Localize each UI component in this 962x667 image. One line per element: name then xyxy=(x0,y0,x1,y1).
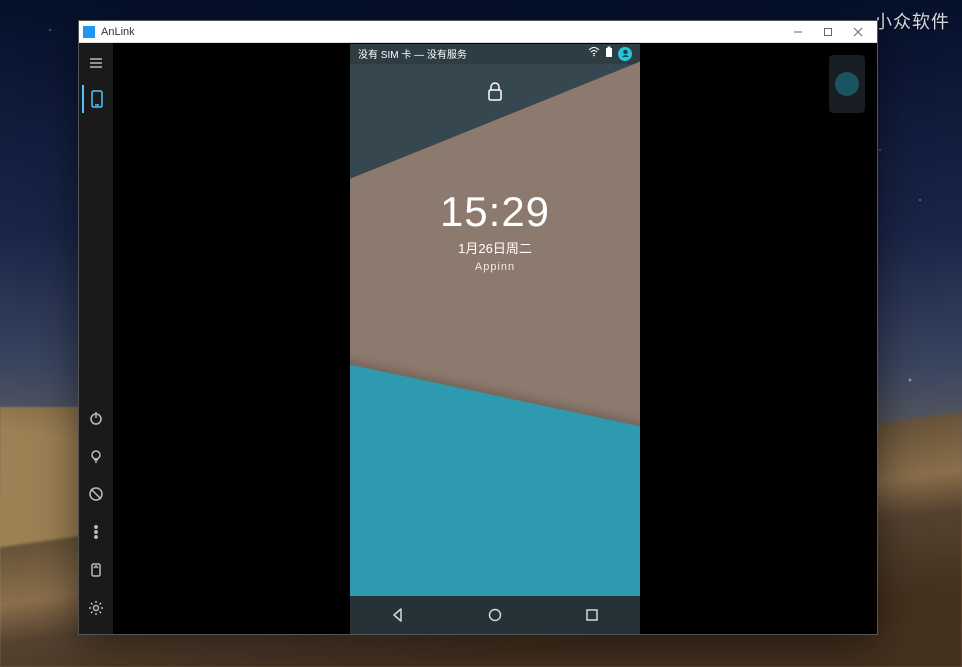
window-controls xyxy=(783,22,873,42)
user-icon[interactable] xyxy=(618,47,632,61)
nav-back-button[interactable] xyxy=(378,607,418,623)
app-icon xyxy=(83,26,95,38)
phone-nav-bar xyxy=(350,596,640,634)
maximize-button[interactable] xyxy=(813,22,843,42)
sim-status-text: 没有 SIM 卡 — 没有服务 xyxy=(358,46,588,61)
clock-owner: Appinn xyxy=(350,261,640,273)
power-button[interactable] xyxy=(82,404,110,432)
titlebar[interactable]: AnLink xyxy=(79,21,877,43)
main-area: 没有 SIM 卡 — 没有服务 xyxy=(113,43,877,634)
menu-button[interactable] xyxy=(82,49,110,77)
app-window: AnLink xyxy=(78,20,878,635)
close-button[interactable] xyxy=(843,22,873,42)
thumbnail-icon xyxy=(835,72,859,96)
app-body: 没有 SIM 卡 — 没有服务 xyxy=(79,43,877,634)
phone-statusbar[interactable]: 没有 SIM 卡 — 没有服务 xyxy=(350,44,640,64)
clock-date: 1月26日周二 xyxy=(350,238,640,257)
nav-recent-button[interactable] xyxy=(572,607,612,623)
rotate-button[interactable] xyxy=(82,480,110,508)
battery-icon xyxy=(605,46,613,61)
settings-button[interactable] xyxy=(82,594,110,622)
window-title: AnLink xyxy=(101,26,783,38)
volume-button[interactable] xyxy=(82,556,110,584)
bulb-button[interactable] xyxy=(82,442,110,470)
phone-screen[interactable]: 没有 SIM 卡 — 没有服务 xyxy=(350,44,640,634)
watermark-text: 小众软件 xyxy=(874,8,950,34)
more-button[interactable] xyxy=(82,518,110,546)
minimize-button[interactable] xyxy=(783,22,813,42)
device-thumbnail[interactable] xyxy=(829,55,865,113)
sidebar xyxy=(79,43,113,634)
nav-home-button[interactable] xyxy=(475,607,515,623)
clock-time: 15:29 xyxy=(350,188,640,236)
device-tab[interactable] xyxy=(82,85,110,113)
lock-screen-clock: 15:29 1月26日周二 Appinn xyxy=(350,110,640,273)
wifi-icon xyxy=(588,47,600,60)
